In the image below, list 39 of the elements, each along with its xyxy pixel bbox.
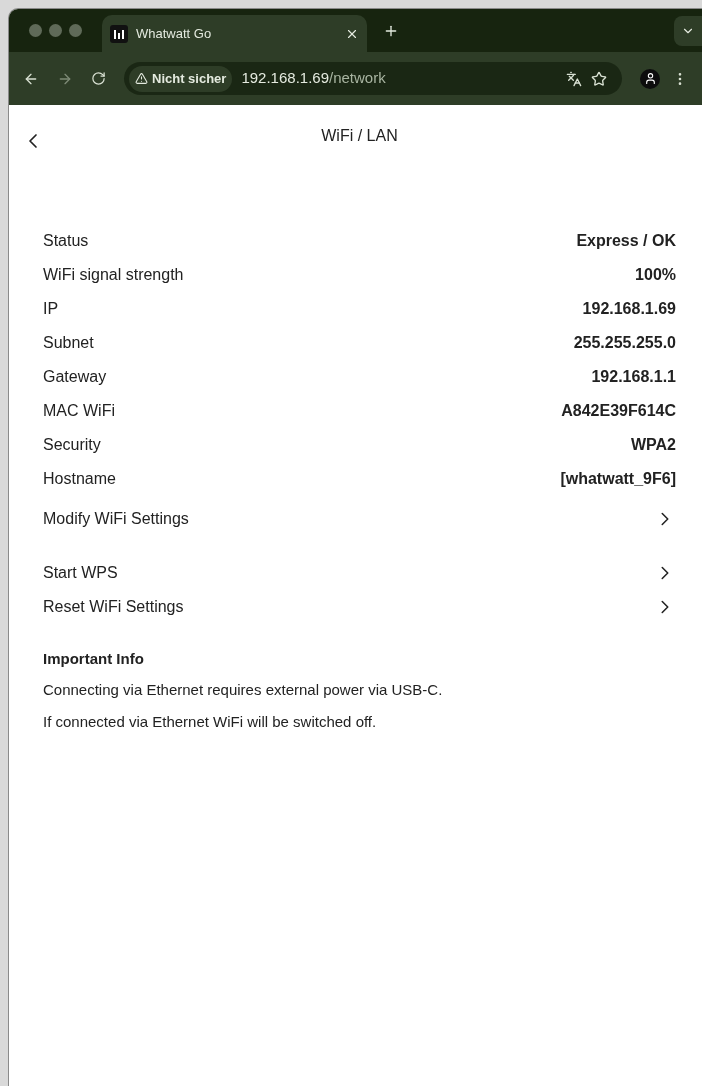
settings-link[interactable]: Reset WiFi Settings <box>43 590 676 624</box>
security-chip[interactable]: Nicht sicher <box>129 65 233 92</box>
settings-link[interactable]: Modify WiFi Settings <box>43 502 676 536</box>
detail-value: WPA2 <box>630 435 676 455</box>
info-text: If connected via Ethernet WiFi will be switched off. <box>43 711 378 732</box>
info-text: Connecting via Ethernet requires external power via USB-C. <box>43 679 444 700</box>
browser-tab[interactable]: Whatwatt Go <box>102 15 367 52</box>
detail-value: 192.168.1.1 <box>591 367 676 387</box>
window-control-icon[interactable] <box>29 24 42 37</box>
security-label: Nicht sicher <box>152 69 227 88</box>
profile-icon[interactable] <box>640 68 660 89</box>
detail-label: WiFi signal strength <box>43 265 184 285</box>
detail-value: A842E39F614C <box>561 401 676 421</box>
detail-value: 192.168.1.69 <box>582 299 676 319</box>
detail-label: Hostname <box>43 469 116 489</box>
tab-list-button[interactable] <box>674 15 702 46</box>
detail-label: Subnet <box>43 333 94 353</box>
detail-label: Gateway <box>43 367 107 387</box>
tab-title: Whatwatt Go <box>136 24 213 43</box>
detail-value: 255.255.255.0 <box>573 333 676 353</box>
address-bar[interactable]: Nicht sicher 192.168.1.69/network <box>124 62 622 95</box>
reload-icon[interactable] <box>91 71 106 86</box>
detail-value: Express / OK <box>576 231 676 251</box>
site-logo-icon <box>110 24 128 43</box>
settings-link[interactable]: Start WPS <box>43 556 676 590</box>
bookmark-star-icon[interactable] <box>591 70 607 87</box>
detail-value: [whatwatt_9F6] <box>560 469 676 489</box>
detail-label: IP <box>43 299 59 319</box>
detail-label: Security <box>43 435 101 455</box>
translate-icon[interactable] <box>566 70 582 87</box>
url-text: 192.168.1.69/network <box>241 68 387 89</box>
detail-value: 100% <box>635 265 676 285</box>
info-title: Important Info <box>43 648 145 669</box>
window-control-icon[interactable] <box>69 24 82 37</box>
detail-label: MAC WiFi <box>43 401 115 421</box>
detail-label: Status <box>43 231 89 251</box>
warning-icon <box>135 72 148 85</box>
page-title: WiFi / LAN <box>321 126 398 146</box>
window-control-icon[interactable] <box>49 24 62 37</box>
